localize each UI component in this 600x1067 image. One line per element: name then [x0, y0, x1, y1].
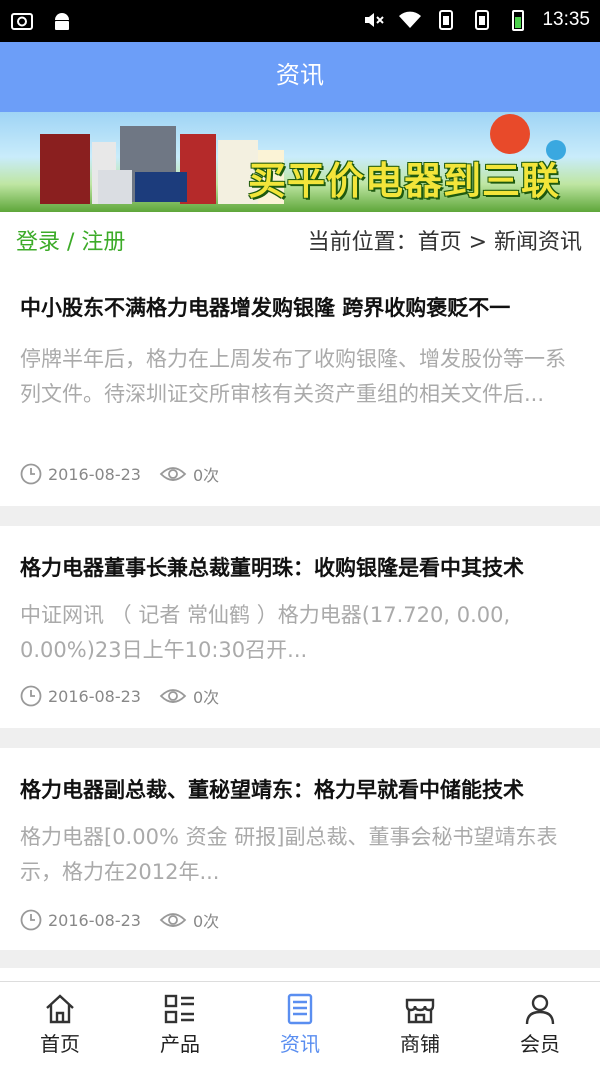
- news-item[interactable]: 格力电器副总裁、董秘望靖东：格力早就看中储能技术 格力电器[0.00% 资金 研…: [0, 748, 600, 950]
- news-title[interactable]: 格力电器副总裁、董秘望靖东：格力早就看中储能技术: [20, 774, 580, 804]
- news-date: 2016-08-23: [48, 464, 141, 484]
- wifi-icon: [399, 11, 422, 28]
- news-views: 0次: [192, 912, 220, 931]
- grid-list-icon: [164, 994, 194, 1024]
- news-meta: 2016-08-23 0次: [20, 908, 219, 932]
- clock-icon: [20, 909, 42, 931]
- news-summary: 停牌半年后，格力在上周发布了收购银隆、增发股份等一系列文件。待深圳证交所审核有关…: [20, 347, 566, 406]
- news-item[interactable]: 中小股东不满格力电器增发购银隆 跨界收购褒贬不一 停牌半年后，格力在上周发布了收…: [0, 266, 600, 506]
- news-views: 0次: [192, 688, 220, 707]
- news-title[interactable]: 格力电器董事长兼总裁董明珠：收购银隆是看中其技术: [20, 552, 580, 582]
- news-item[interactable]: 格力电器董事长兼总裁董明珠：收购银隆是看中其技术 中证网讯 （ 记者 常仙鹤 ）…: [0, 526, 600, 728]
- register-link[interactable]: 注册: [81, 230, 125, 255]
- clock-icon: [20, 463, 42, 485]
- tab-home[interactable]: 首页: [0, 982, 120, 1067]
- tab-products[interactable]: 产品: [120, 982, 240, 1067]
- news-meta: 2016-08-23 0次: [20, 462, 219, 486]
- news-summary: 中证网讯 （ 记者 常仙鹤 ）格力电器(17.720, 0.00, 0.00%)…: [20, 603, 511, 662]
- tab-member[interactable]: 会员: [480, 982, 600, 1067]
- promo-banner[interactable]: 买平价电器到三联: [0, 112, 600, 212]
- page-title: 资讯: [0, 42, 600, 112]
- news-item-partial[interactable]: [0, 968, 600, 981]
- tab-label: 商铺: [400, 1032, 440, 1056]
- android-icon: [55, 13, 69, 30]
- tab-label: 会员: [520, 1032, 560, 1056]
- tab-stores[interactable]: 商铺: [360, 982, 480, 1067]
- tab-label: 产品: [160, 1032, 200, 1056]
- breadcrumb-bar: 登录 / 注册 当前位置：首页 > 新闻资讯: [0, 212, 600, 266]
- tab-news[interactable]: 资讯: [240, 982, 360, 1067]
- user-icon: [525, 994, 555, 1025]
- battery-charging-icon: [512, 10, 525, 31]
- news-meta: 2016-08-23 0次: [20, 684, 219, 708]
- eye-icon: [159, 913, 187, 927]
- tab-label: 首页: [40, 1032, 80, 1056]
- home-icon: [46, 994, 74, 1024]
- store-icon: [405, 998, 435, 1024]
- banner-slogan: 买平价电器到三联: [247, 159, 560, 203]
- volume-mute-icon: [365, 13, 385, 27]
- news-views: 0次: [192, 466, 220, 485]
- clock-icon: [20, 685, 42, 707]
- auth-separator: /: [60, 230, 82, 255]
- breadcrumb: 当前位置：首页 > 新闻资讯: [307, 230, 582, 255]
- tab-label: 资讯: [280, 1032, 320, 1056]
- status-bar: 13:35: [0, 0, 600, 42]
- bottom-tab-bar: 首页 产品 资讯 商铺 会员: [0, 981, 600, 1067]
- screenshot-icon: [11, 13, 33, 30]
- eye-icon: [159, 689, 187, 703]
- news-icon: [287, 993, 313, 1025]
- sim2-signal-icon: [475, 10, 490, 30]
- news-date: 2016-08-23: [48, 686, 141, 706]
- news-title[interactable]: 中小股东不满格力电器增发购银隆 跨界收购褒贬不一: [20, 292, 580, 322]
- clock: 13:35: [542, 9, 590, 30]
- news-date: 2016-08-23: [48, 910, 141, 930]
- auth-links: 登录 / 注册: [16, 224, 125, 256]
- sim1-signal-icon: [439, 10, 454, 30]
- news-summary: 格力电器[0.00% 资金 研报]副总裁、董事会秘书望靖东表示，格力在2012年…: [20, 825, 558, 884]
- eye-icon: [159, 467, 187, 481]
- login-link[interactable]: 登录: [16, 230, 60, 255]
